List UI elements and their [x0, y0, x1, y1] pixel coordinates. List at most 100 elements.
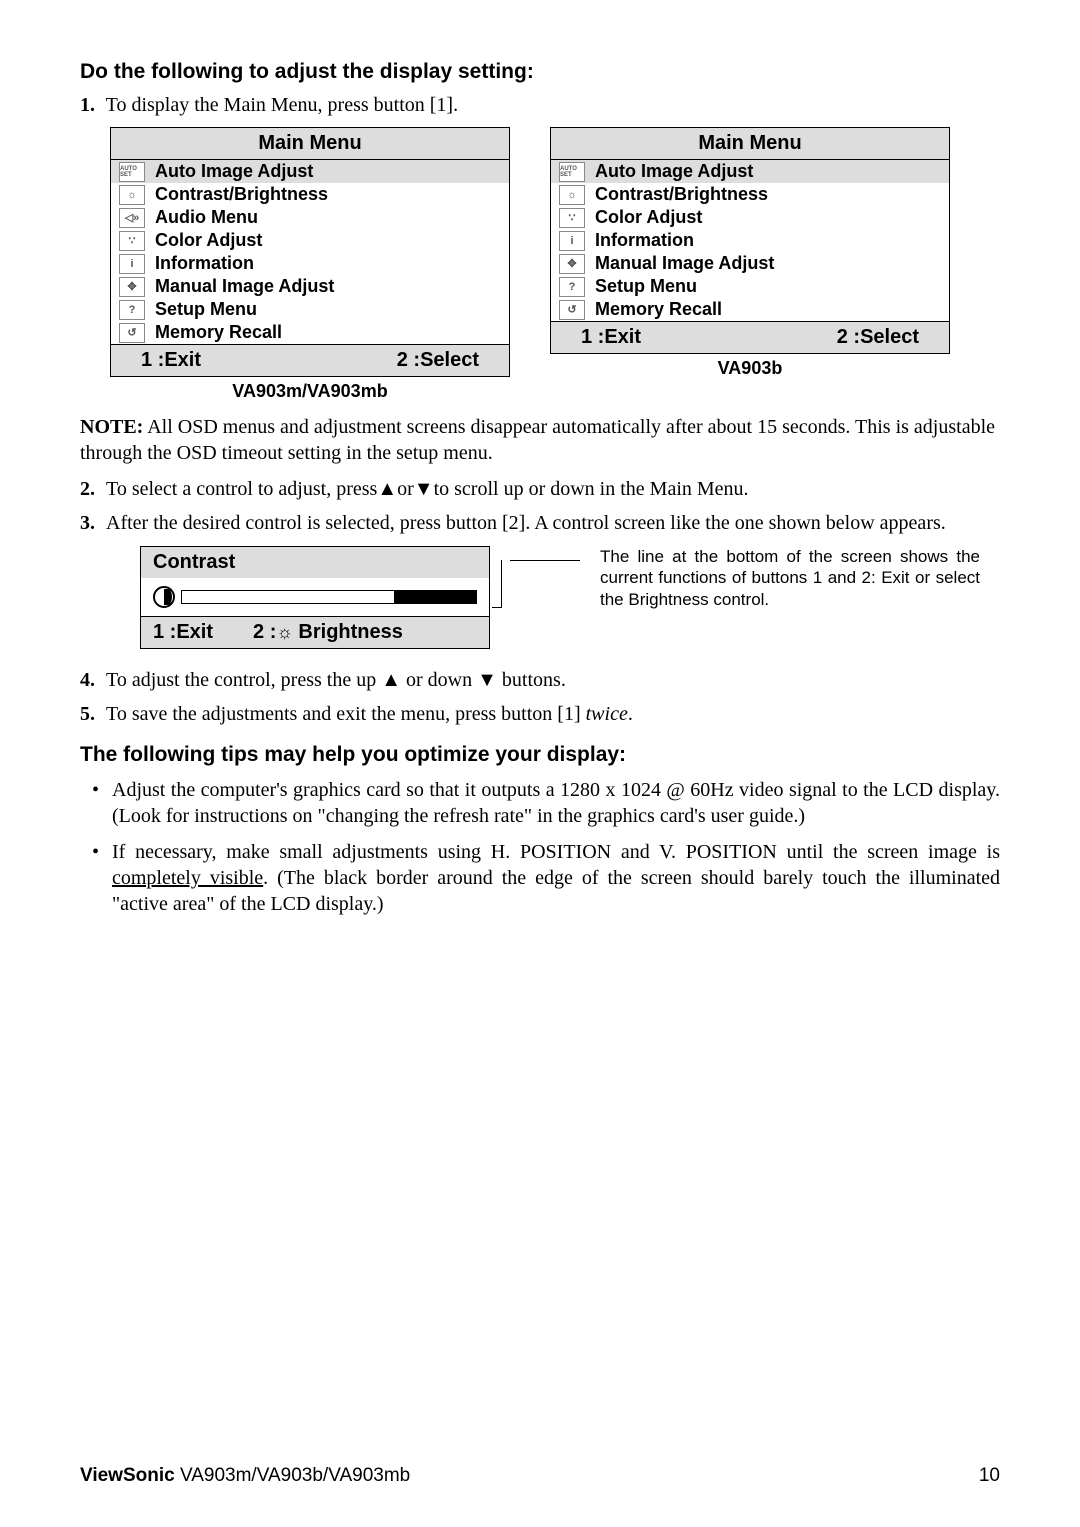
menu-item-label: Audio Menu: [155, 207, 258, 228]
footer-select: 2 :Select: [397, 349, 479, 372]
up-triangle-icon: ▲: [381, 669, 401, 691]
up-triangle-icon: ▲: [377, 478, 397, 500]
menu-item: ∵Color Adjust: [111, 229, 509, 252]
step-num: 2.: [80, 476, 106, 502]
page-number: 10: [979, 1465, 1000, 1487]
contrast-osd: Contrast 1 :Exit 2 :☼ Brightness: [140, 546, 490, 649]
text: To adjust the control, press the up: [106, 669, 381, 691]
menu-item-label: Setup Menu: [155, 299, 257, 320]
menu-caption-right: VA903b: [550, 358, 950, 379]
menu-item: AUTO SET Auto Image Adjust: [551, 160, 949, 183]
callout-line: [510, 560, 580, 561]
menu-item: ✥ Manual Image Adjust: [551, 252, 949, 275]
contrast-slider: [141, 578, 489, 616]
auto-set-icon: AUTO SET: [559, 162, 585, 182]
text: .: [628, 703, 633, 725]
menu-item-label: Auto Image Adjust: [155, 161, 313, 182]
page-footer: ViewSonic VA903m/VA903b/VA903mb 10: [80, 1465, 1000, 1487]
menu-item: ◁» Audio Menu: [111, 206, 509, 229]
step-num: 4.: [80, 667, 106, 693]
contrast-footer: 1 :Exit 2 :☼ Brightness: [140, 616, 490, 649]
menu-title: Main Menu: [551, 128, 949, 160]
footer-exit: 1 :Exit: [141, 349, 201, 372]
auto-set-icon: AUTO SET: [119, 162, 145, 182]
step-body: After the desired control is selected, p…: [106, 510, 1000, 536]
menu-item: ∵ Color Adjust: [551, 206, 949, 229]
contrast-example-row: Contrast 1 :Exit 2 :☼ Brightness The lin…: [140, 546, 1000, 649]
menu-items: AUTO SETAuto Image Adjust☼Contrast/Brigh…: [551, 160, 949, 321]
step-3: 3. After the desired control is selected…: [80, 510, 1000, 536]
text: If necessary, make small adjustments usi…: [112, 841, 1000, 863]
contrast-label: Contrast: [153, 551, 235, 574]
info-icon: i: [119, 254, 145, 274]
footer-left: ViewSonic VA903m/VA903b/VA903mb: [80, 1465, 410, 1487]
footer-select: 2 :Select: [837, 326, 919, 349]
footer-brightness: 2 :☼ Brightness: [253, 621, 403, 644]
step-num: 3.: [80, 510, 106, 536]
menu-footer: 1 :Exit 2 :Select: [111, 344, 509, 376]
text: to scroll up or down in the Main Menu.: [434, 478, 749, 500]
down-triangle-icon: ▼: [477, 669, 497, 691]
color-icon: ∵: [559, 208, 585, 228]
menu-item: ?Setup Menu: [551, 275, 949, 298]
menu-item: i Information: [551, 229, 949, 252]
tip-1: • Adjust the computer's graphics card so…: [92, 777, 1000, 829]
bullet-icon: •: [92, 777, 112, 829]
menu-left-wrap: Main Menu AUTO SET Auto Image Adjust ☼ Cont…: [110, 127, 510, 402]
step-body: To save the adjustments and exit the men…: [106, 701, 1000, 727]
menu-item: AUTO SET Auto Image Adjust: [111, 160, 509, 183]
info-icon: i: [559, 231, 585, 251]
menu-item-label: Manual Image Adjust: [595, 253, 774, 274]
menu-item-label: Information: [155, 253, 254, 274]
menu-item: ✥Manual Image Adjust: [111, 275, 509, 298]
menu-item-label: Memory Recall: [155, 322, 282, 343]
menu-item: i Information: [111, 252, 509, 275]
down-triangle-icon: ▼: [414, 478, 434, 500]
text: To select a control to adjust, press: [106, 478, 377, 500]
italic-text: twice: [586, 703, 628, 725]
text: buttons.: [497, 669, 566, 691]
brightness-icon: ☼: [119, 185, 145, 205]
menu-item-label: Contrast/Brightness: [155, 184, 328, 205]
menu-item: ? Setup Menu: [111, 298, 509, 321]
text: Brightness: [293, 621, 403, 643]
recall-icon: ↺: [559, 300, 585, 320]
menu-item-label: Contrast/Brightness: [595, 184, 768, 205]
slider-fill: [394, 591, 476, 603]
callout-connector: [492, 560, 502, 608]
step-2: 2. To select a control to adjust, press▲…: [80, 476, 1000, 502]
main-menu-right: Main Menu AUTO SETAuto Image Adjust☼Cont…: [550, 127, 950, 354]
callout-text: The line at the bottom of the screen sho…: [600, 546, 980, 610]
note-paragraph: NOTE: All OSD menus and adjustment scree…: [80, 414, 1000, 466]
text: 2 :: [253, 621, 276, 643]
move-icon: ✥: [559, 254, 585, 274]
slider-track: [181, 590, 477, 604]
menu-footer: 1 :Exit 2 :Select: [551, 321, 949, 353]
audio-icon: ◁»: [119, 208, 145, 228]
step-body: To select a control to adjust, press▲or▼…: [106, 476, 1000, 502]
text: To save the adjustments and exit the men…: [106, 703, 586, 725]
menu-item: ↺ Memory Recall: [111, 321, 509, 344]
menu-item-label: Manual Image Adjust: [155, 276, 334, 297]
question-icon: ?: [119, 300, 145, 320]
step-5: 5. To save the adjustments and exit the …: [80, 701, 1000, 727]
menu-title: Main Menu: [111, 128, 509, 160]
menu-item-label: Color Adjust: [595, 207, 702, 228]
menu-item: ↺Memory Recall: [551, 298, 949, 321]
brand-name: ViewSonic: [80, 1465, 175, 1486]
step-4: 4. To adjust the control, press the up ▲…: [80, 667, 1000, 693]
tip-text: Adjust the computer's graphics card so t…: [112, 777, 1000, 829]
note-text: All OSD menus and adjustment screens dis…: [80, 416, 995, 464]
tip-text: If necessary, make small adjustments usi…: [112, 839, 1000, 917]
section-heading: The following tips may help you optimize…: [80, 743, 1000, 767]
recall-icon: ↺: [119, 323, 145, 343]
menu-caption-left: VA903m/VA903mb: [110, 381, 510, 402]
note-label: NOTE:: [80, 416, 143, 438]
menu-item-label: Information: [595, 230, 694, 251]
color-icon: ∵: [119, 231, 145, 251]
text: or: [397, 478, 414, 500]
section-heading: Do the following to adjust the display s…: [80, 60, 1000, 84]
menu-item-label: Auto Image Adjust: [595, 161, 753, 182]
menu-item: ☼ Contrast/Brightness: [111, 183, 509, 206]
menu-right-wrap: Main Menu AUTO SETAuto Image Adjust☼Cont…: [550, 127, 950, 402]
